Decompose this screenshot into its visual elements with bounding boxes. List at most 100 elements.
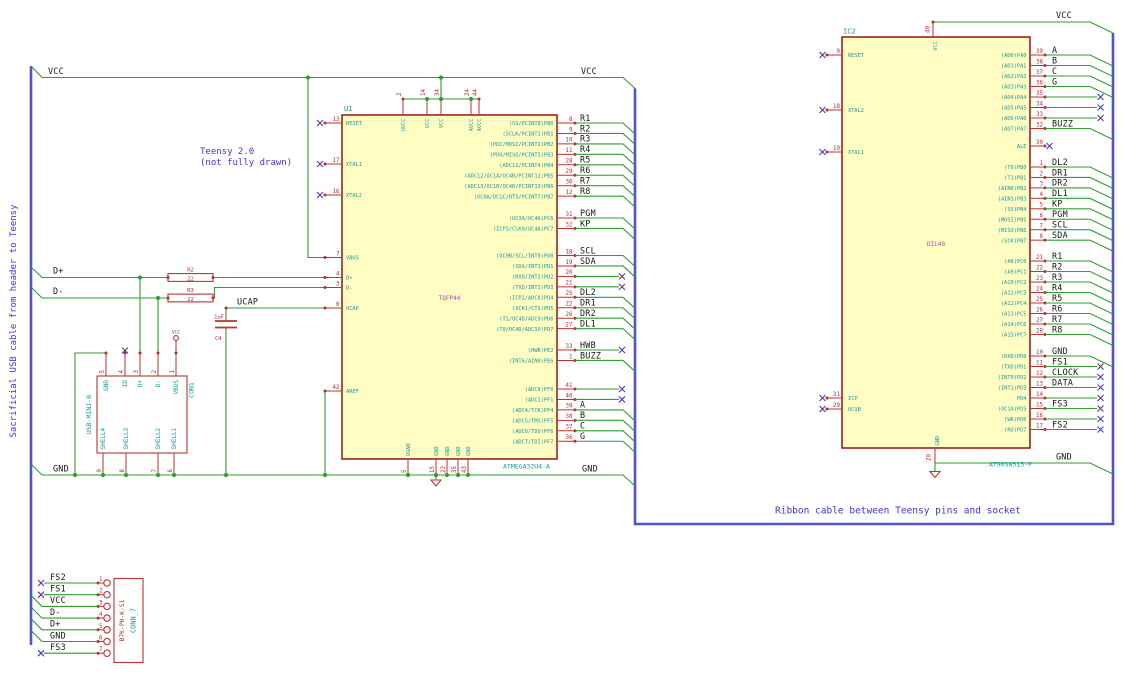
pin-number: 12 xyxy=(1036,371,1043,377)
pin-end-dot xyxy=(211,276,215,279)
pin-number: 18 xyxy=(566,249,573,255)
conn7-pin-5[interactable]: 5 D+ xyxy=(30,618,111,634)
pin-number: 22 xyxy=(566,302,573,308)
pin-name: (AD3)PA3 xyxy=(1001,85,1027,91)
conn7-pin-3[interactable]: 3 VCC xyxy=(30,595,111,611)
gnd-symbol-u1 xyxy=(429,479,443,487)
pin-number: 10 xyxy=(566,138,573,144)
pin-name: GND xyxy=(466,446,472,456)
conn7-pin-7[interactable]: 7 FS3 xyxy=(37,642,111,657)
net-label: R2 xyxy=(580,123,591,133)
pin-end-dot xyxy=(477,97,481,101)
pin-end-dot xyxy=(166,276,170,279)
con1-ref: CON1 xyxy=(188,382,196,398)
pin-name: (AD6)PA6 xyxy=(1001,116,1027,122)
u1-ref: U1 xyxy=(344,105,352,113)
pin-name: (ADC1)PF1 xyxy=(525,398,554,404)
no-connect-icon xyxy=(1099,428,1102,431)
r2-ref: R2 xyxy=(187,268,194,274)
con1-pin-1[interactable]: 1 VBUS xyxy=(170,351,180,395)
pin-name: (T1/OC4D/ADC9)PD6 xyxy=(499,316,553,322)
con1-pin-7[interactable]: 7 SHELL2 xyxy=(152,427,162,475)
net-label: BUZZ xyxy=(580,350,601,360)
net-label: D- xyxy=(50,607,61,617)
conn7-pin-2[interactable]: 2 FS1 xyxy=(37,584,111,599)
net-label: SCL xyxy=(580,245,596,255)
con1-pin-5[interactable]: 5 GND xyxy=(100,351,110,391)
no-connect-icon xyxy=(319,194,321,196)
pin-number: 11 xyxy=(1036,360,1043,366)
ic2-package: DIL40 xyxy=(927,241,945,248)
conn7-pin-1[interactable]: 1 FS2 xyxy=(37,572,111,587)
resistor-r2[interactable]: R2 22 xyxy=(167,268,214,283)
conn7-pin-6[interactable]: 6 GND xyxy=(30,630,111,646)
pin-number: 26 xyxy=(1036,307,1043,313)
pin-number: 4 xyxy=(336,271,340,277)
pin-number: 19 xyxy=(566,260,573,266)
net-label: KP xyxy=(1052,199,1063,209)
net-label: C xyxy=(1052,66,1057,76)
junction-dot xyxy=(322,472,328,478)
net-label: DATA xyxy=(1052,377,1073,387)
pin-name: AVCC xyxy=(477,119,483,132)
pin-number: 7 xyxy=(336,251,340,257)
con1-pin-2[interactable]: 2 D- xyxy=(152,351,162,388)
con1-pin-3[interactable]: 3 D+ xyxy=(134,351,144,388)
ic2-body[interactable]: IC2 DIL40 AT90S8515-P xyxy=(841,28,1032,469)
pin-name: (WR)PD6 xyxy=(1004,417,1026,423)
pin-number: 37 xyxy=(1036,70,1043,76)
pin-name: (RD)PD7 xyxy=(1004,428,1026,434)
wire-segment xyxy=(575,359,636,372)
pin-number: 40 xyxy=(566,393,573,399)
conn7-pin-4[interactable]: 4 D- xyxy=(30,606,111,622)
conn7-value: B7K-PH-K-S1 xyxy=(119,599,126,641)
pin-number: 35 xyxy=(452,466,458,473)
conn7-ref: CONN_7 xyxy=(130,608,138,633)
junction-dot xyxy=(455,472,461,478)
con1-pin-4[interactable]: 4 ID xyxy=(119,347,129,388)
net-label-d-minus: D- xyxy=(53,286,64,296)
pin-name: GND xyxy=(103,380,110,391)
pin-number: 1 xyxy=(1040,161,1044,167)
con1-pin-6[interactable]: 6 SHELL1 xyxy=(168,427,178,475)
pin-number: 19 xyxy=(833,146,840,152)
pin-name: D+ xyxy=(137,380,144,388)
ic2-ref: IC2 xyxy=(843,28,856,36)
conn7-body[interactable]: B7K-PH-K-S1 CONN_7 xyxy=(113,577,144,664)
junction-dot xyxy=(405,472,411,478)
ic2-part-number: AT90S8515-P xyxy=(989,461,1032,469)
pin-name: (A15)PC7 xyxy=(1001,333,1027,339)
con1-pin-9[interactable]: 9 SHELL4 xyxy=(97,427,107,475)
junction-dot xyxy=(100,472,106,478)
pin-name: SHELL4 xyxy=(100,427,107,449)
net-label: FS3 xyxy=(50,642,66,652)
no-connect-icon xyxy=(1099,397,1102,399)
con1-pin-8[interactable]: 8 SHELL3 xyxy=(120,427,130,475)
vcc-power-symbol[interactable]: VCC xyxy=(172,330,181,354)
pin-name: VBUS xyxy=(346,256,359,262)
pin-name: (PDI/MOSI/PCINT2)PB2 xyxy=(490,142,554,148)
resistor-r3[interactable]: R3 22 xyxy=(167,288,214,303)
pin-number: 8 xyxy=(120,469,126,473)
pin-end-dot xyxy=(323,389,327,393)
pin-name: PD4 xyxy=(1017,396,1027,402)
pin-name: (RXD)PD0 xyxy=(1001,354,1027,360)
pin-number: 30 xyxy=(1036,140,1043,146)
pin-name: (A13)PC5 xyxy=(1001,312,1027,318)
pin-name: (SDA/INT1)PD1 xyxy=(512,264,553,270)
net-label: SDA xyxy=(1052,230,1068,240)
pin-number: 15 xyxy=(430,466,436,473)
net-label-d-plus: D+ xyxy=(53,266,64,276)
junction-dot xyxy=(155,472,161,478)
net-label: B xyxy=(1052,55,1057,65)
pin-name: (AIN0)PB2 xyxy=(998,186,1027,192)
pin-name: (AIN1)PB3 xyxy=(998,196,1027,202)
net-label-vcc-ic2: VCC xyxy=(1056,10,1072,20)
pin-number: 27 xyxy=(566,322,573,328)
pin-number: 24 xyxy=(1036,286,1043,292)
net-label: D+ xyxy=(50,619,61,629)
no-connect-icon xyxy=(1099,106,1102,109)
junction-dot xyxy=(72,472,78,478)
junction-dot xyxy=(137,275,143,280)
pin-number: 34 xyxy=(1036,101,1043,107)
